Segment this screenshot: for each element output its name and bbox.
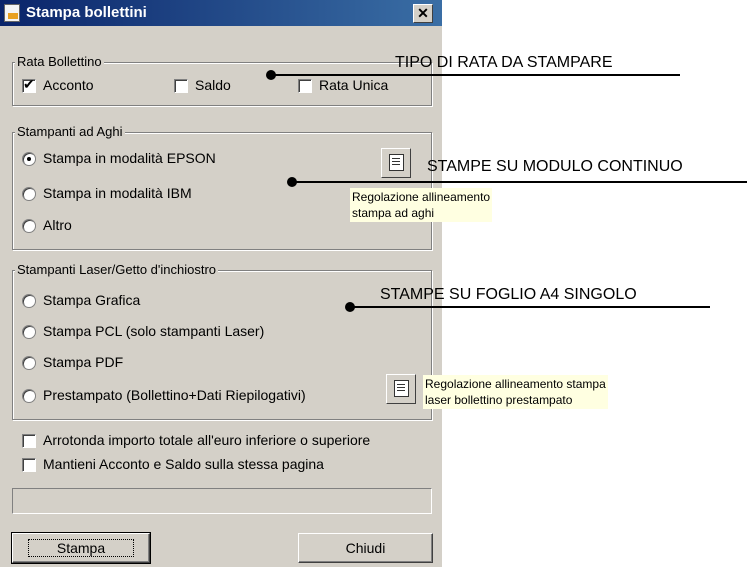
title-bar: Stampa bollettini ✕ [0,0,442,26]
rata-unica-label: Rata Unica [319,77,389,93]
saldo-label: Saldo [195,77,231,93]
acconto-label: Acconto [43,77,94,93]
radio-epson[interactable] [22,152,36,166]
annotation-continuo-bullet [287,177,297,187]
laser-tooltip-line1: Regolazione allineamento stampa [425,377,606,391]
aghi-tooltip-line1: Regolazione allineamento [352,190,491,204]
rata-bollettino-legend: Rata Bollettino [15,54,104,69]
aghi-tooltip-line2: stampa ad aghi [352,206,435,220]
saldo-checkbox[interactable] [174,79,188,93]
stampa-button-label: Stampa [27,539,135,557]
annotation-foglio-a4: STAMPE SU FOGLIO A4 SINGOLO [380,286,637,303]
close-icon: ✕ [417,5,429,21]
annotation-a4-bullet [345,302,355,312]
annotation-tipo-rata: TIPO DI RATA DA STAMPARE [395,54,613,71]
annotation-continuo-line [292,181,747,183]
stampanti-aghi-legend: Stampanti ad Aghi [15,124,125,139]
window-title: Stampa bollettini [26,4,147,21]
prestampato-label: Prestampato (Bollettino+Dati Riepilogati… [43,387,306,403]
laser-alignment-button[interactable] [386,374,416,404]
annotation-a4-line [352,306,710,308]
chiudi-button[interactable]: Chiudi [298,533,433,563]
settings-document-icon [394,380,409,397]
radio-pcl[interactable] [22,325,36,339]
altro-label: Altro [43,217,72,233]
laser-tooltip-line2: laser bollettino prestampato [425,393,573,407]
mantieni-checkbox[interactable] [22,458,36,472]
radio-pdf[interactable] [22,356,36,370]
arrotonda-label: Arrotonda importo totale all'euro inferi… [43,432,371,448]
mantieni-label: Mantieni Acconto e Saldo sulla stessa pa… [43,456,324,472]
laser-tooltip: Regolazione allineamento stampa laser bo… [423,375,608,409]
aghi-tooltip: Regolazione allineamento stampa ad aghi [350,188,493,222]
radio-selected-dot [27,157,31,161]
chiudi-button-label: Chiudi [345,540,386,556]
annotation-tipo-bullet [266,70,276,80]
rata-unica-checkbox[interactable] [298,79,312,93]
radio-prestampato[interactable] [22,389,36,403]
acconto-checkbox[interactable]: ✔ [22,76,36,93]
pcl-label: Stampa PCL (solo stampanti Laser) [43,323,265,339]
close-button[interactable]: ✕ [413,4,433,23]
stampanti-laser-legend: Stampanti Laser/Getto d'inchiostro [15,262,219,277]
progress-bar [12,488,432,514]
printer-icon [4,4,20,22]
stampa-bollettini-dialog: Stampa bollettini ✕ Rata Bollettino ✔ Ac… [0,0,493,567]
settings-document-icon [389,154,404,171]
stampa-button[interactable]: Stampa [11,532,151,564]
checkmark-icon: ✔ [23,76,35,92]
radio-altro[interactable] [22,219,36,233]
annotation-modulo-continuo: STAMPE SU MODULO CONTINUO [427,158,683,175]
grafica-label: Stampa Grafica [43,292,141,308]
pdf-label: Stampa PDF [43,354,124,370]
radio-ibm[interactable] [22,187,36,201]
arrotonda-checkbox[interactable] [22,434,36,448]
ibm-label: Stampa in modalità IBM [43,185,192,201]
epson-label: Stampa in modalità EPSON [43,150,216,166]
annotation-tipo-line [272,74,680,76]
radio-grafica[interactable] [22,294,36,308]
aghi-alignment-button[interactable] [381,148,411,178]
